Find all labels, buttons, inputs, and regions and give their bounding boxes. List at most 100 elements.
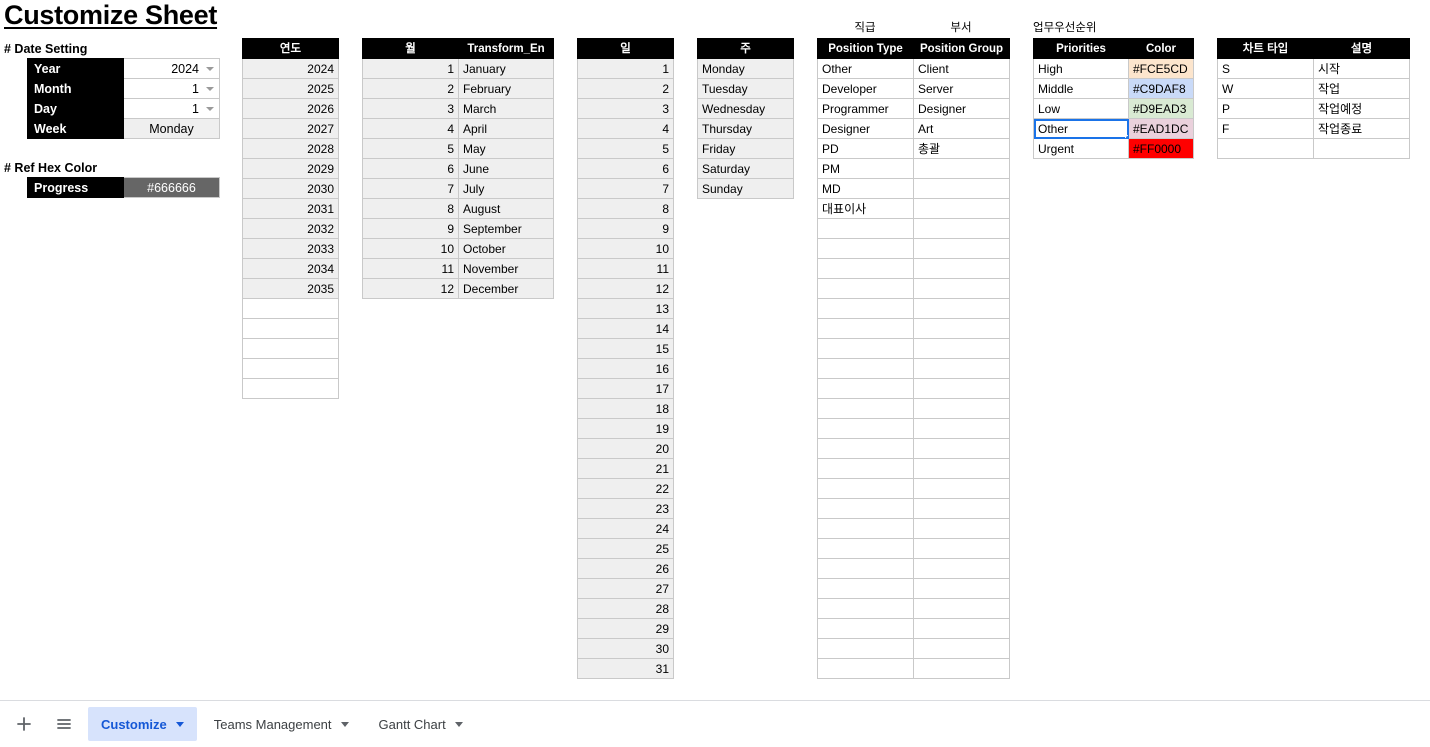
position-type-cell[interactable]: 대표이사 — [817, 198, 914, 219]
day-cell[interactable]: 28 — [577, 598, 674, 619]
day-cell[interactable]: 17 — [577, 378, 674, 399]
date-setting-value[interactable]: 2024 — [123, 58, 220, 79]
sheet-tab-teams-management[interactable]: Teams Management — [201, 707, 362, 741]
priority-color-cell[interactable]: #C9DAF8 — [1128, 78, 1194, 99]
day-cell[interactable]: 6 — [577, 158, 674, 179]
chevron-down-icon[interactable] — [206, 66, 214, 71]
year-cell[interactable]: 2024 — [242, 58, 339, 79]
year-cell[interactable]: 2032 — [242, 218, 339, 239]
day-cell[interactable]: 8 — [577, 198, 674, 219]
year-cell[interactable]: 2031 — [242, 198, 339, 219]
position-type-cell-empty[interactable] — [817, 298, 914, 319]
day-cell[interactable]: 3 — [577, 98, 674, 119]
year-cell-empty[interactable] — [242, 318, 339, 339]
fill-handle[interactable] — [1125, 135, 1128, 138]
position-group-cell-empty[interactable] — [913, 458, 1010, 479]
all-sheets-button[interactable] — [44, 704, 84, 744]
month-number-cell[interactable]: 11 — [362, 258, 459, 279]
date-setting-value[interactable]: 1 — [123, 78, 220, 99]
position-type-cell[interactable]: PM — [817, 158, 914, 179]
chart-type-desc-cell[interactable]: 작업종료 — [1313, 118, 1410, 139]
month-name-cell[interactable]: February — [458, 78, 554, 99]
ref-hex-value[interactable]: #666666 — [123, 177, 220, 198]
month-name-cell[interactable]: June — [458, 158, 554, 179]
day-cell[interactable]: 31 — [577, 658, 674, 679]
year-cell-empty[interactable] — [242, 378, 339, 399]
month-number-cell[interactable]: 1 — [362, 58, 459, 79]
position-group-cell-empty[interactable] — [913, 298, 1010, 319]
chevron-down-icon[interactable] — [206, 106, 214, 111]
month-name-cell[interactable]: November — [458, 258, 554, 279]
month-name-cell[interactable]: May — [458, 138, 554, 159]
position-group-cell-empty[interactable] — [913, 438, 1010, 459]
position-type-cell[interactable]: MD — [817, 178, 914, 199]
position-group-cell-empty[interactable] — [913, 478, 1010, 499]
position-type-cell-empty[interactable] — [817, 218, 914, 239]
year-cell-empty[interactable] — [242, 338, 339, 359]
position-type-cell-empty[interactable] — [817, 598, 914, 619]
month-number-cell[interactable]: 6 — [362, 158, 459, 179]
week-cell[interactable]: Tuesday — [697, 78, 794, 99]
year-cell-empty[interactable] — [242, 298, 339, 319]
day-cell[interactable]: 26 — [577, 558, 674, 579]
position-group-cell-empty[interactable] — [913, 658, 1010, 679]
month-name-cell[interactable]: April — [458, 118, 554, 139]
day-cell[interactable]: 13 — [577, 298, 674, 319]
position-type-cell-empty[interactable] — [817, 558, 914, 579]
priority-name-cell[interactable]: Middle — [1033, 78, 1129, 99]
day-cell[interactable]: 2 — [577, 78, 674, 99]
position-type-cell-empty[interactable] — [817, 238, 914, 259]
position-type-cell-empty[interactable] — [817, 398, 914, 419]
day-cell[interactable]: 14 — [577, 318, 674, 339]
month-name-cell[interactable]: July — [458, 178, 554, 199]
chevron-down-icon[interactable] — [454, 721, 463, 727]
position-group-cell[interactable]: Designer — [913, 98, 1010, 119]
position-type-cell-empty[interactable] — [817, 378, 914, 399]
day-cell[interactable]: 20 — [577, 438, 674, 459]
day-cell[interactable]: 1 — [577, 58, 674, 79]
day-cell[interactable]: 7 — [577, 178, 674, 199]
priority-color-cell[interactable]: #FCE5CD — [1128, 58, 1194, 79]
chevron-down-icon[interactable] — [340, 721, 349, 727]
chart-type-desc-cell[interactable]: 작업 — [1313, 78, 1410, 99]
month-number-cell[interactable]: 3 — [362, 98, 459, 119]
position-group-cell-empty[interactable] — [913, 538, 1010, 559]
position-group-cell-empty[interactable] — [913, 398, 1010, 419]
position-group-cell-empty[interactable] — [913, 238, 1010, 259]
position-type-cell-empty[interactable] — [817, 458, 914, 479]
week-cell[interactable]: Monday — [697, 58, 794, 79]
position-group-cell-empty[interactable] — [913, 418, 1010, 439]
position-group-cell[interactable]: 총괄 — [913, 138, 1010, 159]
day-cell[interactable]: 12 — [577, 278, 674, 299]
year-cell[interactable]: 2030 — [242, 178, 339, 199]
position-type-cell-empty[interactable] — [817, 478, 914, 499]
priority-name-cell[interactable]: Urgent — [1033, 138, 1129, 159]
chart-type-code-cell-empty[interactable] — [1217, 138, 1314, 159]
position-type-cell-empty[interactable] — [817, 578, 914, 599]
year-cell[interactable]: 2029 — [242, 158, 339, 179]
day-cell[interactable]: 24 — [577, 518, 674, 539]
year-cell[interactable]: 2035 — [242, 278, 339, 299]
position-type-cell-empty[interactable] — [817, 438, 914, 459]
month-number-cell[interactable]: 9 — [362, 218, 459, 239]
date-setting-value[interactable]: Monday — [123, 118, 220, 139]
year-cell[interactable]: 2027 — [242, 118, 339, 139]
year-cell[interactable]: 2034 — [242, 258, 339, 279]
day-cell[interactable]: 22 — [577, 478, 674, 499]
day-cell[interactable]: 4 — [577, 118, 674, 139]
position-type-cell-empty[interactable] — [817, 518, 914, 539]
position-group-cell[interactable]: Client — [913, 58, 1010, 79]
year-cell[interactable]: 2025 — [242, 78, 339, 99]
position-group-cell-empty[interactable] — [913, 618, 1010, 639]
week-cell[interactable]: Thursday — [697, 118, 794, 139]
year-cell[interactable]: 2028 — [242, 138, 339, 159]
position-group-cell[interactable] — [913, 178, 1010, 199]
week-cell[interactable]: Friday — [697, 138, 794, 159]
position-type-cell-empty[interactable] — [817, 538, 914, 559]
year-cell[interactable]: 2026 — [242, 98, 339, 119]
priority-color-cell[interactable]: #EAD1DC — [1128, 118, 1194, 139]
chart-type-code-cell[interactable]: P — [1217, 98, 1314, 119]
day-cell[interactable]: 23 — [577, 498, 674, 519]
priority-name-cell[interactable]: High — [1033, 58, 1129, 79]
position-group-cell-empty[interactable] — [913, 358, 1010, 379]
